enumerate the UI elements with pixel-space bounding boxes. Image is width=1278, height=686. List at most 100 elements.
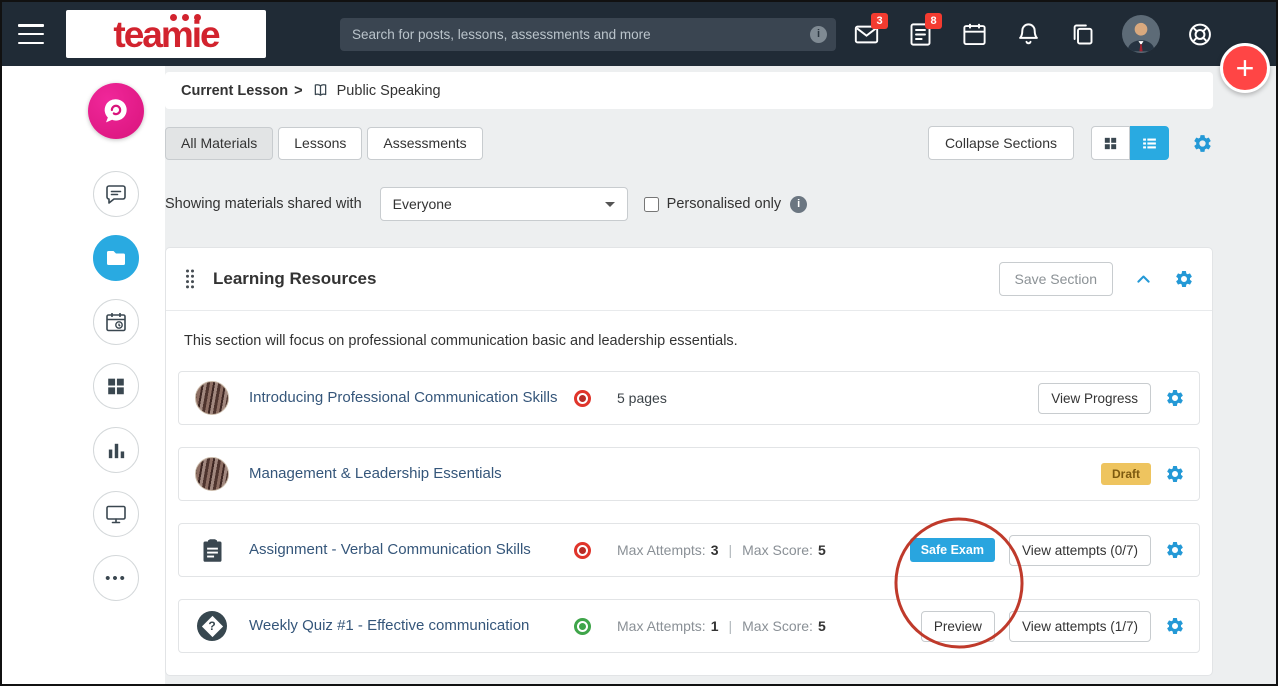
tab-all-materials[interactable]: All Materials: [165, 126, 274, 160]
breadcrumb-page-title: Public Speaking: [336, 82, 441, 99]
personalised-only-checkbox[interactable]: [643, 196, 659, 212]
help-buoy-icon[interactable]: [1186, 20, 1214, 48]
attempts-score-meta: Max Attempts: 1 | Max Score: 5: [617, 618, 826, 634]
menu-icon[interactable]: [18, 24, 44, 44]
max-attempts-value: 1: [710, 618, 719, 634]
section-title: Learning Resources: [213, 269, 377, 288]
collapse-sections-button[interactable]: Collapse Sections: [927, 126, 1074, 160]
meta-separator: |: [728, 542, 733, 558]
status-record-icon: [574, 617, 591, 635]
max-score-label: Max Score:: [742, 618, 813, 634]
search-info-icon[interactable]: i: [810, 25, 827, 43]
more-ellipsis-icon: •••: [105, 569, 127, 587]
search-input[interactable]: [340, 26, 810, 42]
sidebar: •••: [2, 66, 165, 684]
material-settings-gear-icon[interactable]: [1165, 388, 1185, 408]
teamie-logo[interactable]: teamie: [66, 10, 266, 58]
sidebar-item-schedule[interactable]: [93, 299, 139, 345]
material-row-quiz: ? Weekly Quiz #1 - Effective communicati…: [178, 599, 1200, 653]
view-attempts-button[interactable]: View attempts (0/7): [1008, 534, 1151, 566]
shared-with-label: Showing materials shared with: [165, 196, 362, 212]
preview-button[interactable]: Preview: [920, 610, 995, 642]
material-settings-gear-icon[interactable]: [1165, 464, 1185, 484]
chevron-down-icon: [604, 201, 615, 207]
material-row-assignment: Assignment - Verbal Communication Skills…: [178, 523, 1200, 577]
lesson-thumbnail: [195, 457, 229, 491]
section-header-actions: Save Section: [998, 262, 1195, 296]
sidebar-item-materials[interactable]: [93, 235, 139, 281]
personalised-info-icon[interactable]: i: [790, 195, 808, 213]
max-score-label: Max Score:: [742, 542, 813, 558]
lesson-thumbnail: [195, 381, 229, 415]
grid-view-button[interactable]: [1091, 126, 1130, 160]
material-title-link[interactable]: Management & Leadership Essentials: [249, 463, 574, 485]
material-meta: Max Attempts: 3 | Max Score: 5: [574, 541, 826, 559]
status-record-icon: [574, 541, 591, 559]
messages-icon[interactable]: 3: [852, 13, 888, 48]
max-attempts-value: 3: [710, 542, 719, 558]
global-search: i: [340, 17, 836, 51]
collapse-chevron-up-icon[interactable]: [1135, 271, 1152, 288]
material-actions: Draft: [1100, 463, 1185, 485]
resources-copy-icon[interactable]: [1068, 20, 1096, 48]
material-actions: Preview View attempts (1/7): [920, 610, 1185, 642]
material-actions: View Progress: [1038, 382, 1185, 414]
topbar-icons: 3 8: [852, 13, 1214, 53]
view-toggle: [1091, 126, 1169, 160]
assessments-badge: 8: [925, 13, 942, 29]
tab-lessons[interactable]: Lessons: [278, 126, 363, 160]
tab-assessments[interactable]: Assessments: [367, 126, 483, 160]
material-title-link[interactable]: Weekly Quiz #1 - Effective communication: [249, 615, 574, 637]
material-settings-gear-icon[interactable]: [1165, 616, 1185, 636]
max-attempts-label: Max Attempts:: [617, 542, 706, 558]
notifications-bell-icon[interactable]: [1014, 20, 1042, 48]
breadcrumb-current-lesson[interactable]: Current Lesson: [181, 83, 288, 99]
material-row-lesson-1: Introducing Professional Communication S…: [178, 371, 1200, 425]
attempts-score-meta: Max Attempts: 3 | Max Score: 5: [617, 542, 826, 558]
safe-exam-badge: Safe Exam: [909, 538, 995, 562]
material-title-link[interactable]: Assignment - Verbal Communication Skills: [249, 539, 574, 561]
section-settings-gear-icon[interactable]: [1174, 269, 1194, 289]
add-button[interactable]: +: [1220, 43, 1270, 93]
topbar: teamie i 3 8: [2, 2, 1276, 66]
book-icon: [311, 81, 330, 100]
section-header: Learning Resources Save Section: [166, 248, 1212, 311]
section-description: This section will focus on professional …: [184, 333, 738, 349]
save-section-button[interactable]: Save Section: [998, 262, 1113, 296]
material-title-link[interactable]: Introducing Professional Communication S…: [249, 387, 574, 409]
page-settings-gear-icon[interactable]: [1192, 133, 1213, 154]
view-progress-button[interactable]: View Progress: [1038, 382, 1151, 414]
sidebar-item-stats[interactable]: [93, 427, 139, 473]
list-view-button[interactable]: [1130, 126, 1169, 160]
calendar-icon[interactable]: [960, 20, 988, 48]
filter-row: Showing materials shared with Everyone P…: [165, 187, 1213, 221]
max-score-value: 5: [817, 618, 826, 634]
material-actions: Safe Exam View attempts (0/7): [909, 534, 1185, 566]
draft-status-badge: Draft: [1100, 463, 1151, 485]
max-score-value: 5: [817, 542, 826, 558]
sidebar-item-more[interactable]: •••: [93, 555, 139, 601]
main-content: Current Lesson > Public Speaking All Mat…: [165, 66, 1213, 684]
shared-with-dropdown[interactable]: Everyone: [379, 187, 628, 221]
status-record-icon: [574, 389, 591, 407]
material-row-lesson-2: Management & Leadership Essentials Draft: [178, 447, 1200, 501]
sidebar-item-discussions[interactable]: [93, 171, 139, 217]
section-learning-resources: Learning Resources Save Section This sec…: [165, 247, 1213, 676]
teamie-bubble-icon[interactable]: [88, 83, 144, 139]
max-attempts-label: Max Attempts:: [617, 618, 706, 634]
shared-with-value: Everyone: [392, 196, 452, 212]
logo-dots: [170, 14, 201, 21]
drag-handle-icon[interactable]: [184, 267, 196, 291]
view-attempts-button[interactable]: View attempts (1/7): [1008, 610, 1151, 642]
sidebar-item-dashboard[interactable]: [93, 363, 139, 409]
logo-text: teamie: [113, 13, 220, 55]
user-avatar[interactable]: [1122, 15, 1160, 53]
personalised-only-label: Personalised only: [666, 196, 782, 212]
assessments-icon[interactable]: 8: [906, 13, 942, 48]
materials-list: Introducing Professional Communication S…: [166, 367, 1212, 653]
pages-count: 5 pages: [617, 390, 667, 406]
messages-badge: 3: [871, 13, 888, 29]
material-settings-gear-icon[interactable]: [1165, 540, 1185, 560]
tabs-row: All Materials Lessons Assessments Collap…: [165, 126, 1213, 160]
sidebar-item-classroom[interactable]: [93, 491, 139, 537]
